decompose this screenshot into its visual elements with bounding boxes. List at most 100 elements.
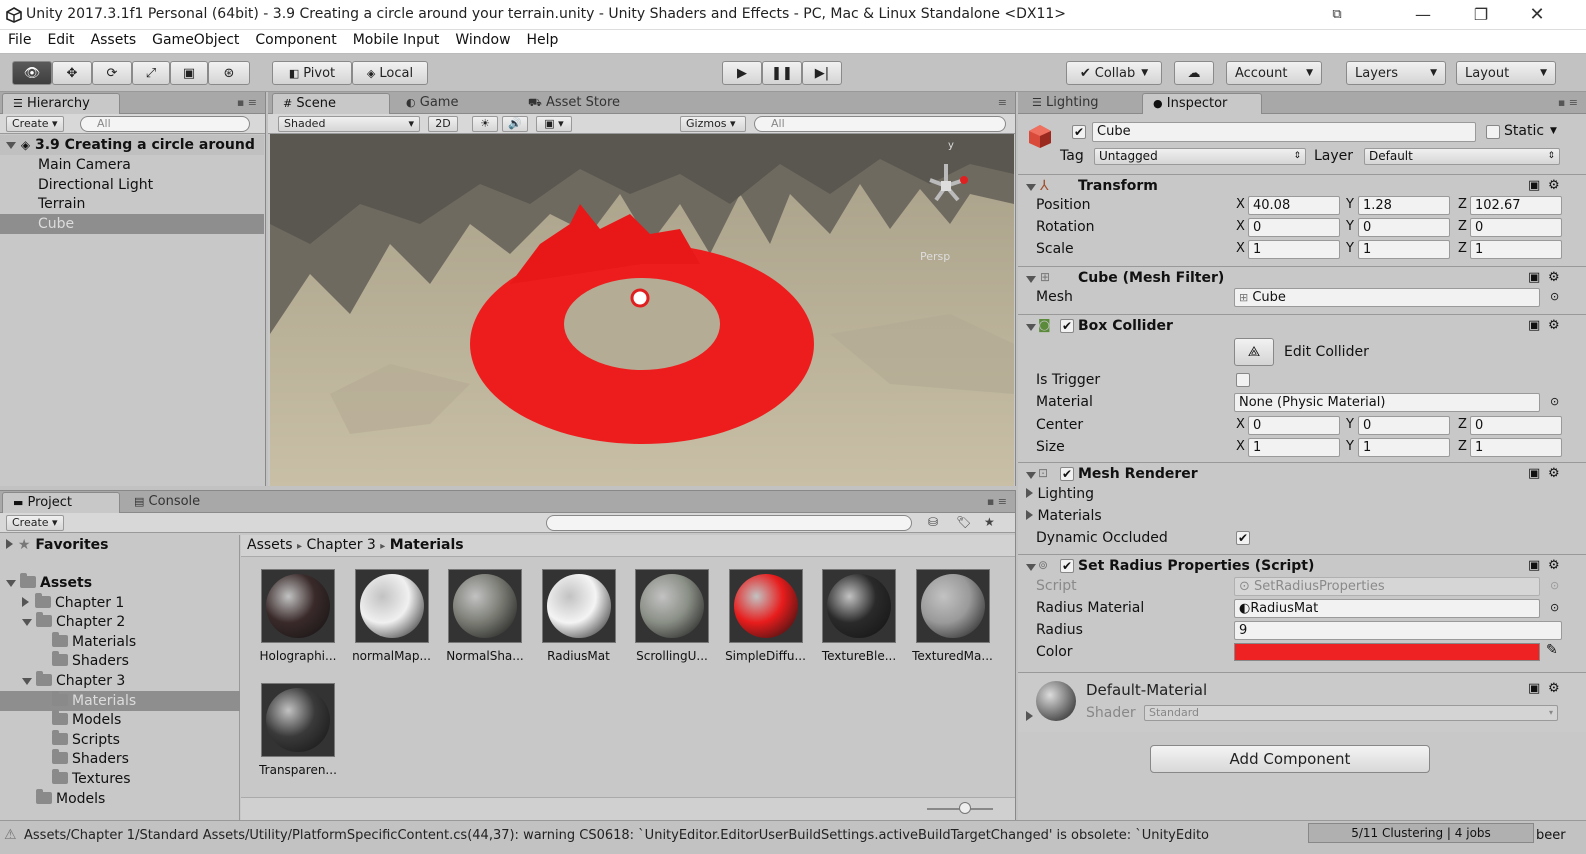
folder-item-chapter-2[interactable]: Chapter 2	[0, 612, 240, 632]
tab-hierarchy[interactable]: ☰ Hierarchy	[2, 93, 120, 114]
folder-item-scripts[interactable]: Scripts	[0, 729, 240, 750]
dynamic-occluded-checkbox[interactable]: ✔	[1236, 531, 1250, 545]
folder-item-chapter-3[interactable]: Chapter 3	[0, 671, 240, 691]
scale-z-field[interactable]: 1	[1470, 240, 1562, 259]
box-collider-enabled-checkbox[interactable]: ✔	[1060, 319, 1074, 333]
radius-field[interactable]: 9	[1234, 621, 1562, 640]
filter-type-icon[interactable]: ⛁	[928, 515, 938, 529]
asset-item[interactable]: ScrollingU...	[629, 569, 715, 663]
size-z-axis-label[interactable]: Z	[1458, 439, 1467, 454]
snap-icon[interactable]: ⧉	[1314, 2, 1360, 28]
box-collider-header[interactable]: ◙ ✔ Box Collider ▣ ⚙	[1018, 314, 1586, 338]
panel-menu-icon[interactable]: ▪ ≡	[1558, 96, 1578, 109]
cloud-button[interactable]: ☁	[1174, 61, 1214, 85]
center-z-field[interactable]: 0	[1470, 416, 1562, 435]
hierarchy-search-input[interactable]: All	[80, 116, 250, 132]
renderer-lighting-foldout[interactable]: Lighting	[1026, 486, 1094, 502]
move-tool-button[interactable]: ✥	[52, 61, 92, 85]
help-book-icon[interactable]: ▣	[1528, 558, 1540, 573]
folder-item-chapter-1[interactable]: Chapter 1	[0, 592, 240, 613]
asset-item[interactable]: Transparen...	[255, 683, 341, 777]
folder-item-materials[interactable]: Materials	[0, 631, 240, 652]
breadcrumb-chapter3[interactable]: Chapter 3	[307, 537, 376, 553]
asset-item[interactable]: NormalSha...	[442, 569, 528, 663]
help-book-icon[interactable]: ▣	[1528, 178, 1540, 193]
gear-icon[interactable]: ⚙	[1548, 466, 1560, 481]
position-x-axis-label[interactable]: X	[1236, 197, 1245, 212]
shader-dropdown[interactable]: Standard ▾	[1144, 705, 1558, 721]
eyedropper-icon[interactable]: ✎	[1546, 642, 1558, 658]
gear-icon[interactable]: ⚙	[1548, 681, 1560, 696]
object-picker-icon[interactable]: ⊙	[1550, 395, 1559, 408]
menu-gameobject[interactable]: GameObject	[144, 30, 247, 50]
tab-project[interactable]: ▬ Project	[2, 492, 120, 513]
mesh-renderer-enabled-checkbox[interactable]: ✔	[1060, 467, 1074, 481]
expand-icon[interactable]	[1026, 711, 1033, 721]
help-book-icon[interactable]: ▣	[1528, 681, 1540, 696]
asset-item[interactable]: Holographi...	[255, 569, 341, 663]
hierarchy-create-button[interactable]: Create ▾	[6, 116, 64, 132]
pause-button[interactable]: ❚❚	[762, 61, 802, 85]
view-tool-button[interactable]: 👁	[12, 61, 52, 85]
tab-game[interactable]: ◐ Game	[396, 93, 496, 114]
status-message[interactable]: Assets/Chapter 1/Standard Assets/Utility…	[24, 828, 1306, 843]
asset-item[interactable]: normalMap...	[349, 569, 435, 663]
filter-label-icon[interactable]: 🏷	[956, 515, 971, 529]
panel-menu-icon[interactable]: ▪ ≡	[237, 96, 257, 109]
play-button[interactable]: ▶	[722, 61, 762, 85]
rect-tool-button[interactable]: ▣	[170, 61, 208, 85]
layers-dropdown[interactable]: Layers ▼	[1346, 61, 1446, 85]
scale-x-field[interactable]: 1	[1248, 240, 1340, 259]
gizmos-dropdown[interactable]: Gizmos ▾	[680, 116, 746, 132]
tab-lighting[interactable]: ☰ Lighting	[1022, 93, 1140, 114]
object-picker-icon[interactable]: ⊙	[1550, 601, 1559, 614]
center-z-axis-label[interactable]: Z	[1458, 417, 1467, 432]
edit-collider-button[interactable]: ⟁	[1234, 338, 1274, 366]
hierarchy-item-terrain[interactable]: Terrain	[0, 194, 264, 214]
scene-root-item[interactable]: ◈ 3.9 Creating a circle around	[0, 135, 264, 155]
rotation-z-field[interactable]: 0	[1470, 218, 1562, 237]
scale-y-axis-label[interactable]: Y	[1346, 241, 1354, 256]
project-create-button[interactable]: Create ▾	[6, 515, 64, 531]
panel-menu-icon[interactable]: ▪ ≡	[987, 495, 1007, 508]
expand-icon[interactable]	[22, 678, 32, 685]
folder-item-assets[interactable]: Assets	[0, 573, 240, 593]
folder-item-materials[interactable]: Materials	[0, 690, 240, 711]
menu-assets[interactable]: Assets	[83, 30, 145, 50]
hierarchy-item-main-camera[interactable]: Main Camera	[0, 155, 264, 175]
scale-x-axis-label[interactable]: X	[1236, 241, 1245, 256]
menu-component[interactable]: Component	[247, 30, 344, 50]
mesh-renderer-header[interactable]: ⊡ ✔ Mesh Renderer ▣ ⚙	[1018, 462, 1586, 486]
scale-y-field[interactable]: 1	[1358, 240, 1450, 259]
renderer-materials-foldout[interactable]: Materials	[1026, 508, 1102, 524]
lighting-toggle-icon[interactable]: ☀	[472, 116, 498, 132]
scene-viewport[interactable]: y Persp	[270, 134, 1014, 486]
radius-material-field[interactable]: ◐RadiusMat	[1234, 599, 1540, 618]
tab-scene[interactable]: # Scene	[272, 93, 390, 114]
size-z-field[interactable]: 1	[1470, 438, 1562, 457]
close-button[interactable]: ✕	[1514, 2, 1560, 28]
gear-icon[interactable]: ⚙	[1548, 270, 1560, 285]
scale-tool-button[interactable]: ⤢	[132, 61, 170, 85]
help-book-icon[interactable]: ▣	[1528, 466, 1540, 481]
position-y-field[interactable]: 1.28	[1358, 196, 1450, 215]
maximize-button[interactable]: ❐	[1458, 2, 1504, 28]
hierarchy-item-directional-light[interactable]: Directional Light	[0, 175, 264, 195]
tag-dropdown[interactable]: Untagged ⇕	[1094, 148, 1306, 165]
2d-toggle[interactable]: 2D	[428, 116, 458, 132]
collab-dropdown[interactable]: ✔ Collab ▼	[1066, 61, 1162, 85]
favorites-item[interactable]: ★ Favorites	[6, 535, 108, 555]
object-name-field[interactable]: Cube	[1092, 122, 1476, 142]
scene-search-input[interactable]: All	[754, 116, 1006, 132]
effects-toggle-icon[interactable]: ▣ ▾	[536, 116, 572, 132]
menu-edit[interactable]: Edit	[39, 30, 82, 50]
minimize-button[interactable]: —	[1400, 2, 1446, 28]
layout-dropdown[interactable]: Layout ▼	[1456, 61, 1556, 85]
object-active-checkbox[interactable]: ✔	[1072, 125, 1086, 139]
asset-item[interactable]: RadiusMat	[536, 569, 622, 663]
size-x-axis-label[interactable]: X	[1236, 439, 1245, 454]
script-header[interactable]: ⊚ ✔ Set Radius Properties (Script) ▣ ⚙	[1018, 554, 1586, 578]
shading-mode-dropdown[interactable]: Shaded ▾	[278, 116, 420, 132]
asset-item[interactable]: TexturedMa...	[910, 569, 996, 663]
color-swatch[interactable]	[1234, 643, 1540, 661]
